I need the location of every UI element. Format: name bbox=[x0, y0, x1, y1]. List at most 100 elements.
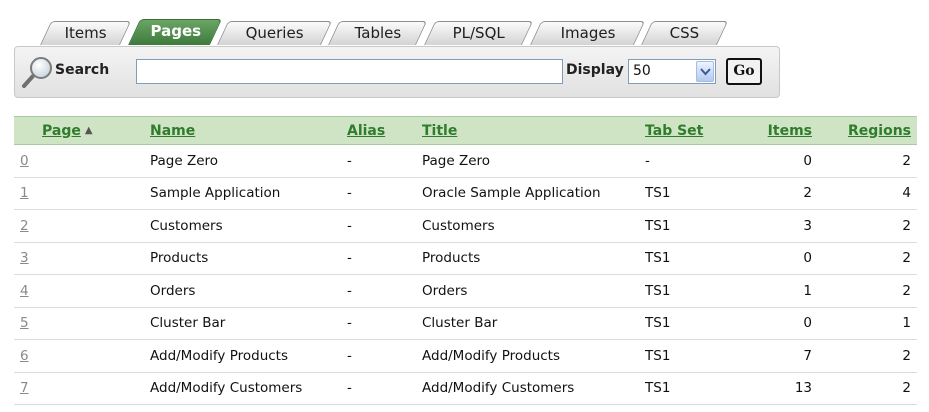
cell-title: Orders bbox=[416, 274, 639, 308]
pages-report: Page ▲ Name Alias Title Tab Set Items Reg… bbox=[14, 116, 917, 405]
go-button[interactable]: Go bbox=[726, 58, 762, 85]
cell-name: Page Zero bbox=[144, 144, 341, 178]
cell-regions: 2 bbox=[818, 144, 917, 178]
sort-link-regions[interactable]: Regions bbox=[848, 123, 911, 139]
cell-tab-set: TS1 bbox=[639, 307, 736, 340]
cell-page: 3 bbox=[14, 242, 144, 275]
search-label: Search bbox=[55, 62, 110, 78]
table-row: 4 Orders - Orders TS1 1 2 bbox=[14, 274, 917, 308]
cell-name: Add/Modify Products bbox=[144, 339, 341, 373]
page-link[interactable]: 0 bbox=[20, 153, 29, 169]
page-link[interactable]: 3 bbox=[20, 250, 29, 266]
tab-label: PL/SQL bbox=[452, 24, 505, 42]
magnifier-icon bbox=[22, 57, 52, 88]
cell-tab-set: TS1 bbox=[639, 372, 736, 405]
cell-alias: - bbox=[341, 274, 416, 308]
column-header-name: Name bbox=[144, 116, 341, 145]
chevron-down-icon bbox=[700, 68, 711, 76]
page-link[interactable]: 5 bbox=[20, 315, 29, 331]
page-link[interactable]: 4 bbox=[20, 283, 29, 299]
cell-items: 13 bbox=[736, 372, 818, 405]
cell-tab-set: TS1 bbox=[639, 177, 736, 210]
cell-alias: - bbox=[341, 307, 416, 340]
cell-regions: 2 bbox=[818, 209, 917, 243]
cell-alias: - bbox=[341, 177, 416, 210]
cell-title: Customers bbox=[416, 209, 639, 243]
column-header-items: Items bbox=[736, 116, 818, 145]
column-header-regions: Regions bbox=[818, 116, 917, 145]
table-row: 2 Customers - Customers TS1 3 2 bbox=[14, 209, 917, 243]
report-table: Page ▲ Name Alias Title Tab Set Items Reg… bbox=[14, 116, 917, 405]
tab-css[interactable]: CSS bbox=[641, 21, 729, 45]
search-input[interactable] bbox=[136, 59, 563, 84]
cell-page: 4 bbox=[14, 274, 144, 308]
cell-regions: 4 bbox=[818, 177, 917, 210]
cell-items: 7 bbox=[736, 339, 818, 373]
sort-link-tab-set[interactable]: Tab Set bbox=[645, 123, 703, 139]
cell-title: Page Zero bbox=[416, 144, 639, 178]
cell-name: Sample Application bbox=[144, 177, 341, 210]
cell-name: Products bbox=[144, 242, 341, 275]
cell-name: Add/Modify Customers bbox=[144, 372, 341, 405]
column-header-page: Page ▲ bbox=[14, 116, 144, 145]
tab-label: Queries bbox=[245, 24, 304, 42]
table-row: 3 Products - Products TS1 0 2 bbox=[14, 242, 917, 275]
page-link[interactable]: 1 bbox=[20, 185, 29, 201]
sort-link-name[interactable]: Name bbox=[150, 123, 195, 139]
dropdown-button[interactable] bbox=[696, 61, 714, 82]
tab-label: Tables bbox=[354, 24, 401, 42]
cell-items: 0 bbox=[736, 144, 818, 178]
cell-page: 5 bbox=[14, 307, 144, 340]
table-row: 5 Cluster Bar - Cluster Bar TS1 0 1 bbox=[14, 307, 917, 340]
tab-images[interactable]: Images bbox=[530, 21, 646, 45]
cell-tab-set: TS1 bbox=[639, 209, 736, 243]
cell-alias: - bbox=[341, 372, 416, 405]
cell-alias: - bbox=[341, 209, 416, 243]
cell-items: 2 bbox=[736, 177, 818, 210]
cell-title: Add/Modify Customers bbox=[416, 372, 639, 405]
search-bar: Search Display 50 Go bbox=[14, 46, 780, 98]
tab-label: CSS bbox=[669, 24, 700, 42]
tab-tables[interactable]: Tables bbox=[328, 21, 428, 45]
display-select[interactable]: 50 bbox=[628, 59, 716, 84]
cell-tab-set: TS1 bbox=[639, 274, 736, 308]
cell-tab-set: TS1 bbox=[639, 339, 736, 373]
sort-link-page[interactable]: Page bbox=[42, 123, 81, 139]
cell-regions: 2 bbox=[818, 274, 917, 308]
cell-title: Cluster Bar bbox=[416, 307, 639, 340]
cell-page: 6 bbox=[14, 339, 144, 373]
tab-plsql[interactable]: PL/SQL bbox=[424, 21, 534, 45]
cell-regions: 2 bbox=[818, 339, 917, 373]
cell-alias: - bbox=[341, 144, 416, 178]
tab-label: Items bbox=[64, 24, 107, 42]
tab-label: Pages bbox=[150, 22, 201, 40]
cell-name: Cluster Bar bbox=[144, 307, 341, 340]
cell-alias: - bbox=[341, 339, 416, 373]
sort-link-alias[interactable]: Alias bbox=[347, 123, 385, 139]
cell-tab-set: TS1 bbox=[639, 242, 736, 275]
tab-queries[interactable]: Queries bbox=[217, 21, 333, 45]
sort-link-items[interactable]: Items bbox=[768, 123, 812, 139]
tab-items[interactable]: Items bbox=[40, 21, 132, 45]
cell-name: Orders bbox=[144, 274, 341, 308]
cell-regions: 2 bbox=[818, 372, 917, 405]
column-header-alias: Alias bbox=[341, 116, 416, 145]
column-header-title: Title bbox=[416, 116, 639, 145]
cell-items: 1 bbox=[736, 274, 818, 308]
table-row: 6 Add/Modify Products - Add/Modify Produ… bbox=[14, 339, 917, 373]
page-link[interactable]: 7 bbox=[20, 380, 29, 396]
cell-tab-set: - bbox=[639, 144, 736, 178]
cell-page: 7 bbox=[14, 372, 144, 405]
table-row: 7 Add/Modify Customers - Add/Modify Cust… bbox=[14, 372, 917, 405]
cell-regions: 2 bbox=[818, 242, 917, 275]
sort-asc-icon: ▲ bbox=[84, 124, 93, 136]
cell-page: 1 bbox=[14, 177, 144, 210]
table-row: 0 Page Zero - Page Zero - 0 2 bbox=[14, 144, 917, 178]
page-link[interactable]: 2 bbox=[20, 218, 29, 234]
tab-pages[interactable]: Pages bbox=[128, 19, 223, 45]
cell-title: Oracle Sample Application bbox=[416, 177, 639, 210]
cell-items: 3 bbox=[736, 209, 818, 243]
sort-link-title[interactable]: Title bbox=[422, 123, 457, 139]
page-link[interactable]: 6 bbox=[20, 348, 29, 364]
header-row: Page ▲ Name Alias Title Tab Set Items Reg… bbox=[14, 116, 917, 145]
